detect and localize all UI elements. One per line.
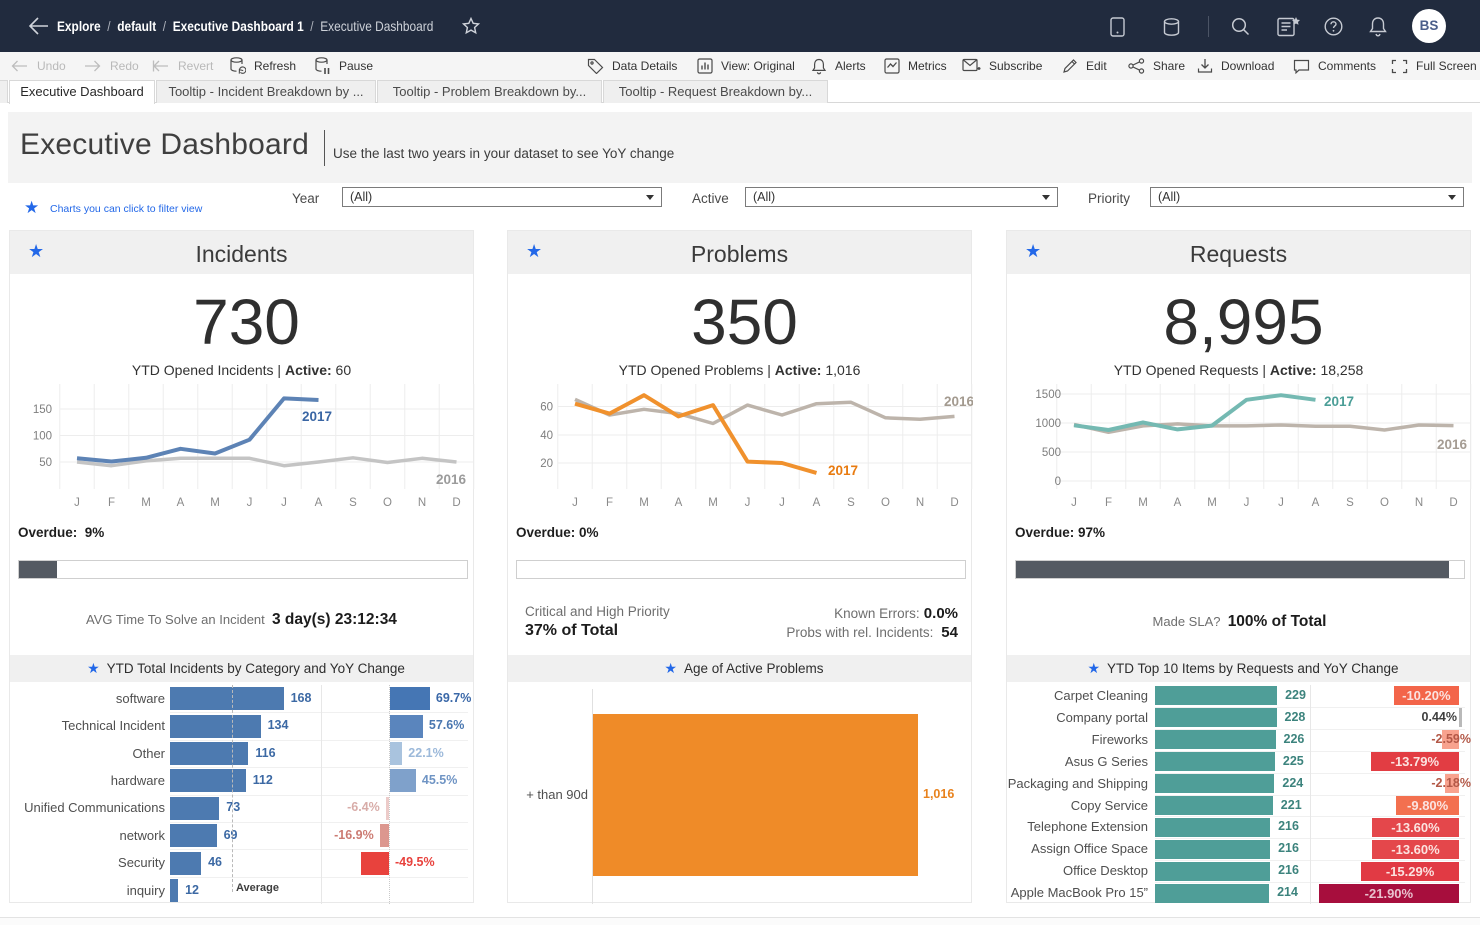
svg-text:J: J [779, 497, 785, 509]
svg-text:A: A [1174, 497, 1182, 509]
svg-text:O: O [881, 497, 890, 509]
svg-text:2016: 2016 [944, 394, 973, 409]
svg-text:J: J [1071, 497, 1077, 509]
svg-text:150: 150 [33, 404, 52, 416]
svg-text:M: M [708, 497, 718, 509]
svg-text:2016: 2016 [436, 472, 467, 487]
svg-text:J: J [281, 497, 287, 509]
svg-text:0: 0 [1055, 476, 1061, 488]
svg-text:J: J [74, 497, 80, 509]
svg-text:M: M [210, 497, 220, 509]
svg-text:D: D [1449, 497, 1457, 509]
svg-text:J: J [1278, 497, 1284, 509]
svg-text:M: M [639, 497, 649, 509]
svg-text:A: A [675, 497, 683, 509]
svg-text:A: A [177, 497, 185, 509]
svg-text:F: F [606, 497, 613, 509]
svg-text:O: O [1380, 497, 1389, 509]
svg-text:J: J [745, 497, 751, 509]
svg-text:M: M [141, 497, 151, 509]
svg-text:2017: 2017 [302, 409, 332, 424]
svg-text:O: O [383, 497, 392, 509]
svg-text:A: A [813, 497, 821, 509]
svg-text:50: 50 [39, 457, 52, 469]
svg-text:D: D [950, 497, 958, 509]
svg-text:40: 40 [540, 430, 553, 442]
svg-text:M: M [1207, 497, 1217, 509]
svg-text:A: A [1312, 497, 1320, 509]
svg-text:1000: 1000 [1035, 418, 1061, 430]
svg-text:S: S [349, 497, 357, 509]
svg-text:20: 20 [540, 458, 553, 470]
svg-text:1500: 1500 [1035, 389, 1061, 401]
svg-text:D: D [452, 497, 460, 509]
svg-text:M: M [1138, 497, 1148, 509]
svg-text:2017: 2017 [828, 463, 858, 478]
svg-text:J: J [247, 497, 253, 509]
svg-text:2016: 2016 [1437, 437, 1468, 452]
svg-text:S: S [847, 497, 855, 509]
svg-text:S: S [1346, 497, 1354, 509]
svg-text:500: 500 [1042, 447, 1061, 459]
svg-text:F: F [1105, 497, 1112, 509]
svg-text:N: N [418, 497, 426, 509]
svg-text:N: N [1415, 497, 1423, 509]
svg-text:J: J [1244, 497, 1250, 509]
svg-text:F: F [108, 497, 115, 509]
svg-text:A: A [315, 497, 323, 509]
svg-text:J: J [572, 497, 578, 509]
svg-text:2017: 2017 [1324, 394, 1354, 409]
svg-text:N: N [916, 497, 924, 509]
svg-text:60: 60 [540, 402, 553, 414]
svg-text:100: 100 [33, 431, 52, 443]
